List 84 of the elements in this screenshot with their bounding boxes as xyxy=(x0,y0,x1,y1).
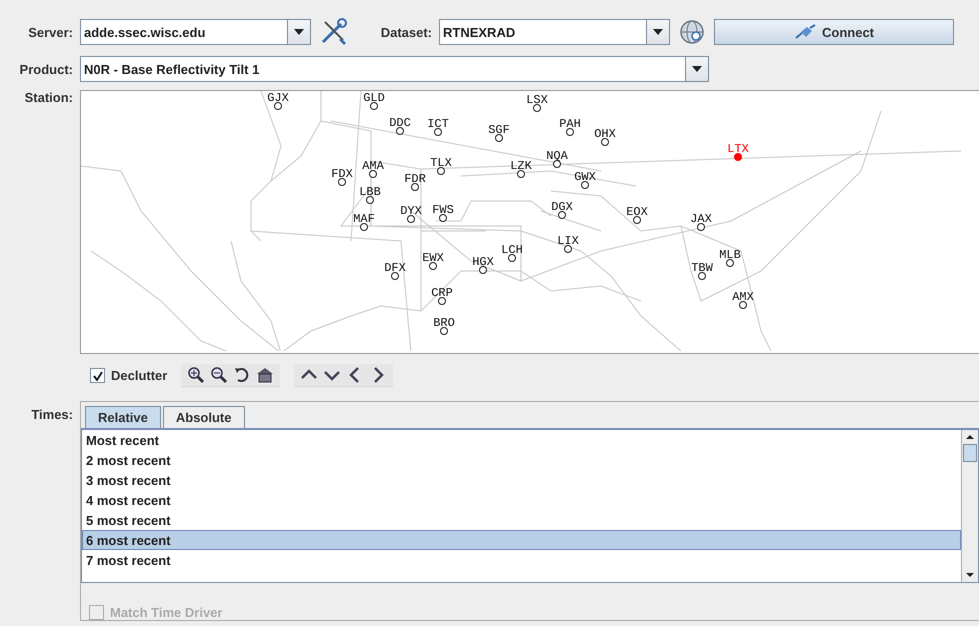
station-marker[interactable]: EOX xyxy=(617,207,657,224)
times-label: Times: xyxy=(30,406,74,422)
circle-icon xyxy=(411,183,419,191)
server-dropdown[interactable]: adde.ssec.wisc.edu xyxy=(80,19,311,45)
circle-icon xyxy=(533,104,541,112)
circle-icon xyxy=(581,181,589,189)
station-marker[interactable]: ICT xyxy=(418,119,458,136)
circle-icon xyxy=(370,102,378,110)
circle-icon xyxy=(407,215,415,223)
list-item[interactable]: 6 most recent xyxy=(82,530,961,550)
circle-icon xyxy=(697,223,705,231)
server-label: Server: xyxy=(27,24,74,40)
circle-icon xyxy=(739,301,747,309)
station-marker[interactable]: MAF xyxy=(344,214,384,231)
station-marker[interactable]: DFX xyxy=(375,263,415,280)
station-marker[interactable]: SGF xyxy=(479,125,519,142)
tab[interactable]: Relative xyxy=(85,406,161,428)
circle-icon xyxy=(633,216,641,224)
circle-icon xyxy=(558,211,566,219)
circle-icon xyxy=(434,128,442,136)
filled-circle-icon xyxy=(734,153,742,161)
station-marker[interactable]: TBW xyxy=(682,263,722,280)
product-label: Product: xyxy=(18,62,74,76)
declutter-checkbox[interactable]: Declutter xyxy=(90,368,168,383)
station-marker[interactable]: DGX xyxy=(542,202,582,219)
station-marker[interactable]: BRO xyxy=(424,318,464,335)
reset-icon[interactable] xyxy=(233,366,252,384)
circle-icon xyxy=(508,254,516,262)
list-item[interactable]: 4 most recent xyxy=(82,490,961,510)
station-marker[interactable]: LIX xyxy=(548,236,588,253)
circle-icon xyxy=(495,134,503,142)
zoom-in-icon[interactable] xyxy=(187,366,206,384)
circle-icon xyxy=(429,262,437,270)
plug-icon xyxy=(794,24,816,40)
circle-icon xyxy=(274,102,282,110)
scrollbar-thumb[interactable] xyxy=(963,444,977,462)
home-icon[interactable] xyxy=(256,366,274,384)
circle-icon xyxy=(566,128,574,136)
zoom-out-icon[interactable] xyxy=(210,366,228,384)
circle-icon xyxy=(438,297,446,305)
station-marker[interactable]: LTX xyxy=(718,144,758,161)
list-item[interactable]: 5 most recent xyxy=(82,510,961,530)
circle-icon xyxy=(479,266,487,274)
circle-icon xyxy=(726,259,734,267)
dataset-dropdown[interactable]: RTNEXRAD xyxy=(439,19,670,45)
circle-icon xyxy=(440,327,448,335)
station-marker[interactable]: FDR xyxy=(395,174,435,191)
station-marker[interactable]: LBB xyxy=(350,187,390,204)
circle-icon xyxy=(369,170,377,178)
circle-icon xyxy=(366,196,374,204)
station-label: Station: xyxy=(24,90,74,105)
station-marker[interactable]: JAX xyxy=(681,214,721,231)
circle-icon xyxy=(698,272,706,280)
dataset-label: Dataset: xyxy=(380,24,433,40)
tools-icon[interactable] xyxy=(319,18,349,46)
circle-icon xyxy=(437,167,445,175)
connect-button[interactable]: Connect xyxy=(714,19,954,45)
circle-icon xyxy=(338,178,346,186)
station-marker[interactable]: EWX xyxy=(413,253,453,270)
station-marker[interactable]: GLD xyxy=(354,93,394,110)
station-marker[interactable]: DDC xyxy=(380,118,420,135)
circle-icon xyxy=(601,138,609,146)
list-item[interactable]: 2 most recent xyxy=(82,450,961,470)
tab[interactable]: Absolute xyxy=(162,406,244,428)
circle-icon xyxy=(391,272,399,280)
product-dropdown[interactable]: N0R - Base Reflectivity Tilt 1 xyxy=(80,56,709,82)
circle-icon xyxy=(553,160,561,168)
station-marker[interactable]: GJX xyxy=(258,93,298,110)
station-marker[interactable]: CRP xyxy=(422,288,462,305)
circle-icon xyxy=(517,170,525,178)
globe-icon[interactable] xyxy=(679,19,705,45)
circle-icon xyxy=(439,214,447,222)
scrollbar[interactable] xyxy=(961,430,978,582)
station-marker[interactable]: TLX xyxy=(421,158,461,175)
station-marker[interactable]: AMX xyxy=(723,292,763,309)
list-item[interactable]: Most recent xyxy=(82,430,961,450)
list-item[interactable]: 7 most recent xyxy=(82,550,961,570)
station-marker[interactable]: GWX xyxy=(565,172,605,189)
circle-icon xyxy=(396,127,404,135)
circle-icon xyxy=(564,245,572,253)
station-map[interactable]: GJX GLD LSX DDC ICT SGF PAH OHX LTX NQA AMA TLX LZK FDX FDR GWX LBB MAF DYX FWS DGX EOX JAX LIX LCH DFX EWX HGX TBW MLB CRP AMX BRO xyxy=(80,90,979,354)
circle-icon xyxy=(360,223,368,231)
list-item[interactable]: 3 most recent xyxy=(82,470,961,490)
station-marker[interactable]: LSX xyxy=(517,95,557,112)
